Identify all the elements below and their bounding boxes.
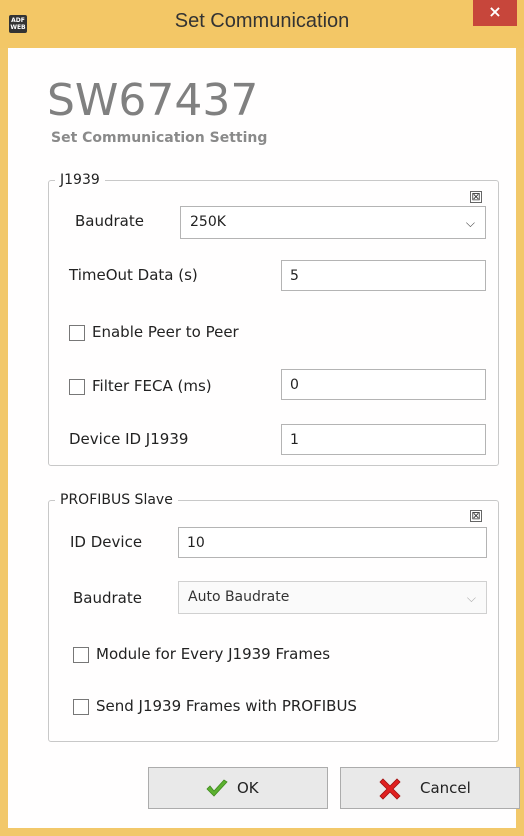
dialog-window: ADF WEB Set Communication × SW67437 Set …	[0, 0, 524, 836]
module-every-label: Module for Every J1939 Frames	[96, 645, 331, 663]
id-device-label: ID Device	[70, 533, 143, 551]
send-frames-label: Send J1939 Frames with PROFIBUS	[96, 697, 357, 715]
id-device-input[interactable]: 10	[178, 527, 487, 558]
module-every-checkbox[interactable]	[73, 647, 89, 663]
timeout-input[interactable]: 5	[281, 260, 486, 291]
j1939-baudrate-value: 250K	[190, 214, 226, 230]
window-title: Set Communication	[174, 10, 350, 32]
page-subtitle: Set Communication Setting	[51, 130, 268, 146]
chevron-down-icon: ⌵	[465, 216, 475, 230]
profibus-baudrate-select[interactable]: Auto Baudrate ⌵	[178, 581, 487, 614]
cross-icon	[379, 778, 401, 800]
chevron-down-icon: ⌵	[466, 591, 476, 605]
j1939-legend: J1939	[60, 172, 100, 188]
enable-peer-checkbox[interactable]	[69, 325, 85, 341]
profibus-collapse-icon[interactable]: ⊠	[470, 510, 482, 522]
ok-button[interactable]: OK	[148, 767, 328, 809]
profibus-legend: PROFIBUS Slave	[60, 492, 173, 508]
send-frames-checkbox[interactable]	[73, 699, 89, 715]
device-id-label: Device ID J1939	[69, 430, 189, 448]
timeout-label: TimeOut Data (s)	[69, 266, 198, 284]
j1939-baudrate-label: Baudrate	[75, 212, 144, 230]
close-button[interactable]: ×	[473, 0, 517, 26]
profibus-baudrate-value: Auto Baudrate	[188, 589, 290, 605]
cancel-button[interactable]: Cancel	[340, 767, 520, 809]
filter-feca-input[interactable]: 0	[281, 369, 486, 400]
enable-peer-label: Enable Peer to Peer	[92, 323, 239, 341]
filter-feca-label: Filter FECA (ms)	[92, 377, 212, 395]
title-bar[interactable]: ADF WEB Set Communication ×	[0, 0, 524, 48]
checkmark-icon	[206, 779, 228, 797]
product-title: SW67437	[47, 75, 259, 126]
j1939-baudrate-select[interactable]: 250K ⌵	[180, 206, 486, 239]
profibus-baudrate-label: Baudrate	[73, 589, 142, 607]
device-id-input[interactable]: 1	[281, 424, 486, 455]
cancel-label: Cancel	[420, 779, 471, 797]
j1939-collapse-icon[interactable]: ⊠	[470, 191, 482, 203]
filter-feca-checkbox[interactable]	[69, 379, 85, 395]
ok-label: OK	[237, 779, 259, 797]
